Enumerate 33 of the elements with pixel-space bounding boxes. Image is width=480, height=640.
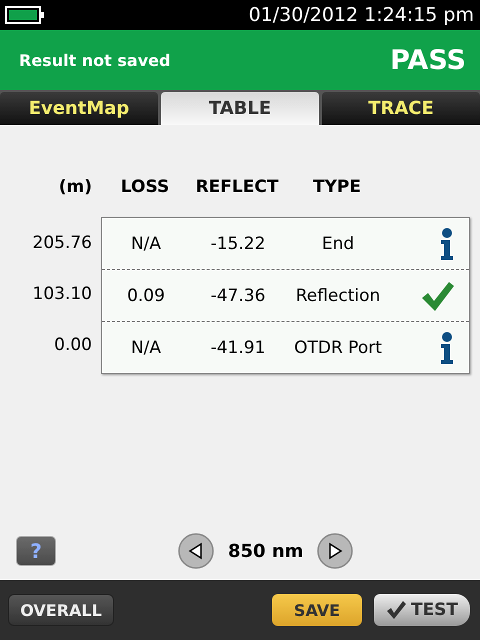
next-button[interactable] <box>317 533 354 569</box>
save-button[interactable]: SAVE <box>272 594 362 626</box>
distance-cell-text: 103.10 <box>32 283 92 306</box>
checkmark-icon <box>386 600 406 620</box>
checkmark-icon <box>421 280 455 312</box>
column-header: TYPE <box>312 177 362 197</box>
tab[interactable]: TABLE <box>161 92 319 125</box>
tab[interactable]: EventMap <box>0 92 158 125</box>
result-text: PASS <box>390 44 466 76</box>
table-cell-text: Reflection <box>294 286 382 306</box>
distance-cell-text: 0.00 <box>53 334 92 357</box>
previous-button[interactable] <box>178 533 214 569</box>
overall-button[interactable]: OVERALL <box>8 594 114 626</box>
table-cell-text: 0.09 <box>126 286 166 306</box>
table-cell-text: N/A <box>130 234 162 254</box>
date-time: 01/30/2012 1:24:15 pm <box>248 4 474 26</box>
info-icon[interactable] <box>439 228 455 260</box>
battery-icon <box>5 6 45 24</box>
table-cell-text: OTDR Port <box>293 338 383 358</box>
save-status-text: Result not saved <box>19 50 170 70</box>
info-icon[interactable] <box>439 332 455 364</box>
test-button[interactable]: TEST <box>374 594 470 626</box>
wavelength-label: 850 nm <box>228 540 304 562</box>
tab[interactable]: TRACE <box>322 92 480 125</box>
table-cell-text: -15.22 <box>210 234 266 254</box>
distance-cell-text: 205.76 <box>32 232 92 255</box>
column-header: (m) <box>58 177 92 197</box>
table-cell-text: End <box>320 234 356 254</box>
column-header: REFLECT <box>194 177 280 197</box>
table-cell-text: -41.91 <box>210 338 266 358</box>
table-cell-text: -47.36 <box>210 286 266 306</box>
column-header: LOSS <box>120 177 170 197</box>
table-cell-text: N/A <box>130 338 162 358</box>
